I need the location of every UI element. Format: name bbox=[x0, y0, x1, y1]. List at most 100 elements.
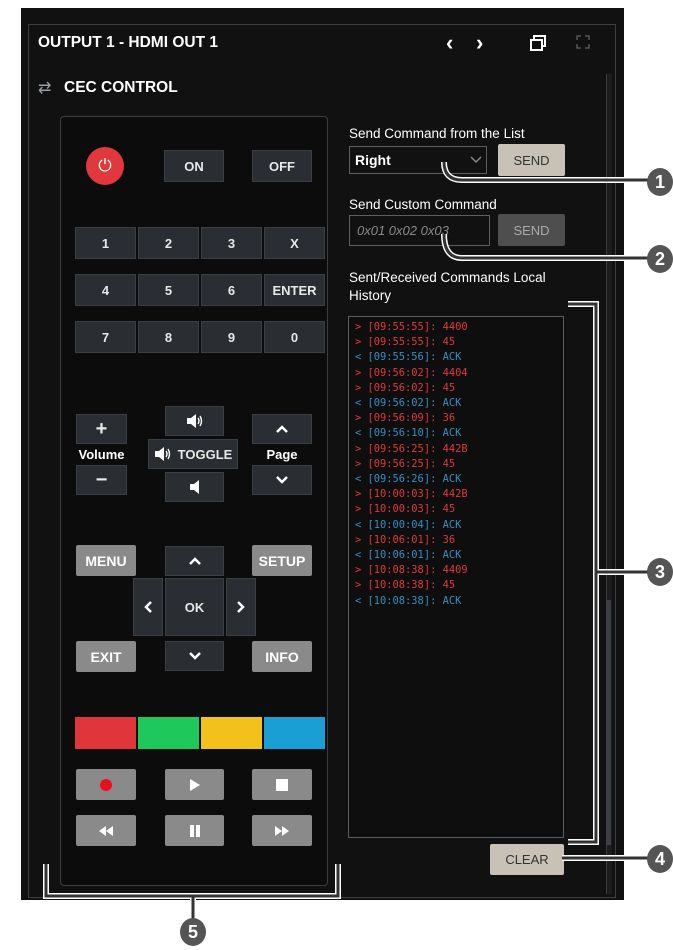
history-log[interactable]: > [09:55:55]: 4400 > [09:55:55]: 45 < [0… bbox=[348, 316, 564, 838]
num-7-button[interactable]: 7 bbox=[75, 321, 136, 353]
volume-up-speaker-button[interactable] bbox=[165, 406, 224, 436]
history-entry: < [09:55:56]: ACK bbox=[355, 351, 462, 364]
info-button[interactable]: INFO bbox=[252, 641, 312, 672]
yellow-button[interactable] bbox=[201, 717, 262, 749]
num-5-button[interactable]: 5 bbox=[138, 274, 199, 306]
chevron-right-icon bbox=[237, 601, 245, 613]
history-entry: > [10:00:03]: 442B bbox=[355, 488, 468, 501]
page-up-button[interactable] bbox=[252, 414, 312, 444]
play-icon bbox=[189, 778, 200, 791]
record-button[interactable] bbox=[76, 769, 136, 800]
send-list-label: Send Command from the List bbox=[349, 126, 525, 141]
clear-button[interactable]: CLEAR bbox=[490, 844, 564, 875]
pause-icon bbox=[189, 824, 200, 837]
stop-icon bbox=[276, 778, 288, 791]
callout-5: 5 bbox=[180, 918, 206, 946]
blue-button[interactable] bbox=[264, 717, 325, 749]
num-0-button[interactable]: 0 bbox=[264, 321, 325, 353]
window-restore-icon[interactable] bbox=[530, 35, 546, 51]
page-down-button[interactable] bbox=[252, 465, 312, 495]
volume-up-button[interactable]: + bbox=[76, 414, 127, 444]
page-label: Page bbox=[266, 447, 298, 462]
history-entry: > [10:00:03]: 45 bbox=[355, 503, 456, 516]
num-3-button[interactable]: 3 bbox=[201, 227, 262, 259]
play-button[interactable] bbox=[165, 769, 224, 800]
nav-left-button[interactable] bbox=[133, 578, 163, 636]
history-entry: > [09:56:02]: 45 bbox=[355, 381, 456, 394]
callout-2: 2 bbox=[647, 245, 673, 273]
chevron-down-icon bbox=[188, 652, 201, 660]
volume-label: Volume bbox=[78, 447, 125, 462]
toggle-label: TOGGLE bbox=[177, 446, 233, 462]
off-button[interactable]: OFF bbox=[252, 150, 312, 182]
history-entry: < [09:56:10]: ACK bbox=[355, 427, 462, 440]
history-entry: > [09:56:09]: 36 bbox=[355, 412, 456, 425]
chevron-up-icon bbox=[276, 425, 288, 433]
history-label: Sent/Received Commands Local History bbox=[349, 270, 546, 303]
prev-arrow-icon[interactable]: ‹ bbox=[446, 30, 453, 56]
nav-up-button[interactable] bbox=[165, 546, 224, 576]
callout-1-line bbox=[441, 161, 650, 183]
history-entry: > [09:56:25]: 442B bbox=[355, 442, 468, 455]
mute-toggle-button[interactable]: TOGGLE bbox=[148, 439, 238, 469]
section-title: CEC CONTROL bbox=[64, 79, 178, 96]
history-entry: < [09:56:26]: ACK bbox=[355, 473, 462, 486]
num-9-button[interactable]: 9 bbox=[201, 321, 262, 353]
history-entry: < [09:56:02]: ACK bbox=[355, 397, 462, 410]
swap-icon: ⇄ bbox=[38, 80, 52, 97]
history-entry: < [10:06:01]: ACK bbox=[355, 549, 462, 562]
callout-2-line bbox=[441, 233, 650, 261]
send-custom-label: Send Custom Command bbox=[349, 197, 497, 212]
next-arrow-icon[interactable]: › bbox=[476, 30, 483, 56]
num-6-button[interactable]: 6 bbox=[201, 274, 262, 306]
num-4-button[interactable]: 4 bbox=[75, 274, 136, 306]
num-1-button[interactable]: 1 bbox=[75, 227, 136, 259]
nav-right-button[interactable] bbox=[226, 578, 256, 636]
stop-button[interactable] bbox=[252, 769, 312, 800]
volume-down-speaker-button[interactable] bbox=[165, 472, 224, 502]
rewind-button[interactable] bbox=[76, 815, 136, 846]
history-entry: > [09:55:55]: 45 bbox=[355, 336, 456, 349]
red-button[interactable] bbox=[75, 717, 136, 749]
callout-5-bracket bbox=[43, 864, 341, 920]
command-select-value: Right bbox=[355, 152, 391, 168]
menu-button[interactable]: MENU bbox=[76, 545, 136, 576]
history-entry: > [09:55:55]: 4400 bbox=[355, 321, 468, 333]
volume-down-button[interactable]: − bbox=[76, 465, 127, 495]
pause-button[interactable] bbox=[165, 815, 224, 846]
panel-title: OUTPUT 1 - HDMI OUT 1 bbox=[38, 34, 218, 51]
on-button[interactable]: ON bbox=[164, 150, 224, 182]
exit-button[interactable]: EXIT bbox=[76, 641, 136, 672]
callout-3: 3 bbox=[647, 558, 673, 586]
x-button[interactable]: X bbox=[264, 227, 325, 259]
history-entry: > [10:06:01]: 36 bbox=[355, 533, 456, 546]
callout-1: 1 bbox=[647, 168, 673, 196]
nav-down-button[interactable] bbox=[165, 641, 224, 671]
fast-forward-icon bbox=[275, 825, 289, 836]
speaker-icon bbox=[154, 447, 170, 461]
num-2-button[interactable]: 2 bbox=[138, 227, 199, 259]
rewind-icon bbox=[99, 825, 113, 836]
speaker-loud-icon bbox=[186, 414, 202, 428]
history-entry: < [10:08:38]: ACK bbox=[355, 594, 462, 607]
speaker-quiet-icon bbox=[189, 480, 199, 494]
chevron-left-icon bbox=[144, 601, 152, 613]
green-button[interactable] bbox=[138, 717, 199, 749]
history-entry: > [10:08:38]: 4409 bbox=[355, 564, 468, 577]
fast-forward-button[interactable] bbox=[252, 815, 312, 846]
history-entry: < [10:00:04]: ACK bbox=[355, 518, 462, 531]
record-icon bbox=[100, 778, 112, 791]
chevron-up-icon bbox=[188, 557, 201, 565]
num-8-button[interactable]: 8 bbox=[138, 321, 199, 353]
callout-4: 4 bbox=[647, 845, 673, 873]
callout-4-line bbox=[562, 855, 650, 861]
power-button[interactable]: ⏻ bbox=[86, 147, 124, 185]
chevron-down-icon bbox=[276, 476, 288, 484]
callout-3-bracket bbox=[568, 301, 652, 845]
enter-button[interactable]: ENTER bbox=[264, 274, 325, 306]
history-entry: > [09:56:25]: 45 bbox=[355, 457, 456, 470]
setup-button[interactable]: SETUP bbox=[252, 545, 312, 576]
ok-button[interactable]: OK bbox=[165, 578, 224, 636]
custom-command-placeholder: 0x01 0x02 0x03 bbox=[357, 223, 449, 238]
fullscreen-icon[interactable] bbox=[576, 35, 590, 49]
